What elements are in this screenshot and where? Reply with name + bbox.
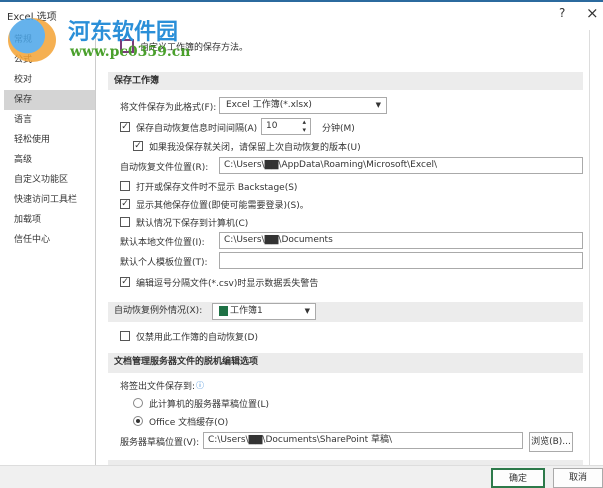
chevron-down-icon: ▼ <box>304 307 310 315</box>
server-drafts-radio[interactable] <box>133 398 143 408</box>
sidebar-item-formulas[interactable]: 公式 <box>4 50 95 70</box>
format-label: 将文件保存为此格式(F): <box>120 102 217 113</box>
save-local-checkbox[interactable] <box>120 217 130 227</box>
section-autorecover-exceptions: 自动恢复例外情况(X): <box>108 302 583 322</box>
sidebar-item-advanced[interactable]: 高级 <box>4 150 95 170</box>
autorecover-location-label: 自动恢复文件位置(R): <box>120 162 209 173</box>
default-local-input[interactable]: C:\Users\▇▇\Documents <box>219 232 583 249</box>
section-offline-editing: 文档管理服务器文件的脱机编辑选项 <box>108 353 583 373</box>
sidebar-item-quick-access[interactable]: 快速访问工具栏 <box>4 190 95 210</box>
show-other-label: 显示其他保存位置(即使可能需要登录)(S)。 <box>136 200 309 211</box>
close-button[interactable]: × <box>586 4 599 22</box>
workbook-value: 工作簿1 <box>230 306 263 316</box>
drafts-location-label: 服务器草稿位置(V): <box>120 437 200 448</box>
chevron-down-icon: ▼ <box>375 101 381 109</box>
interval-unit: 分钟(M) <box>322 123 355 134</box>
save-to-label: 将签出文件保存到: <box>120 381 196 392</box>
save-icon <box>120 39 134 53</box>
spinner-icon[interactable]: ▴ ▾ <box>302 119 306 134</box>
drafts-location-input[interactable]: C:\Users\▇▇\Documents\SharePoint 草稿\ <box>203 432 523 449</box>
title-bar: Excel 选项 ? × <box>0 0 603 26</box>
no-backstage-checkbox[interactable] <box>120 181 130 191</box>
disable-autorecover-label: 仅禁用此工作簿的自动恢复(D) <box>136 332 258 343</box>
keep-last-label: 如果我没保存就关闭，请保留上次自动恢复的版本(U) <box>149 142 361 153</box>
exceptions-label: 自动恢复例外情况(X): <box>114 306 203 316</box>
help-button[interactable]: ? <box>559 6 565 20</box>
scrollbar[interactable] <box>589 30 601 465</box>
sidebar-item-trust-center[interactable]: 信任中心 <box>4 230 95 250</box>
interval-value: 10 <box>266 121 278 131</box>
format-value: Excel 工作簿(*.xlsx) <box>226 100 312 110</box>
ok-button[interactable]: 确定 <box>491 468 545 488</box>
sidebar-item-accessibility[interactable]: 轻松使用 <box>4 130 95 150</box>
save-local-label: 默认情况下保存到计算机(C) <box>136 218 249 229</box>
interval-stepper[interactable]: 10 ▴ ▾ <box>261 118 311 135</box>
window-title: Excel 选项 <box>7 12 57 23</box>
template-label: 默认个人模板位置(T): <box>120 257 208 268</box>
sidebar-item-language[interactable]: 语言 <box>4 110 95 130</box>
dialog-footer: 确定 取消 <box>0 465 603 488</box>
browse-button[interactable]: 浏览(B)... <box>529 432 573 452</box>
office-cache-radio[interactable] <box>133 416 143 426</box>
csv-warning-label: 编辑逗号分隔文件(*.csv)时显示数据丢失警告 <box>136 278 319 289</box>
excel-icon <box>219 305 228 316</box>
csv-warning-checkbox[interactable]: ✓ <box>120 277 130 287</box>
no-backstage-label: 打开或保存文件时不显示 Backstage(S) <box>136 182 298 193</box>
cancel-button[interactable]: 取消 <box>553 468 603 488</box>
autorecover-label: 保存自动恢复信息时间间隔(A) <box>136 123 258 134</box>
workbook-dropdown[interactable]: 工作簿1 ▼ <box>212 303 316 320</box>
office-cache-label: Office 文档缓存(O) <box>149 417 229 428</box>
header-text: 自定义工作簿的保存方法。 <box>140 42 249 53</box>
sidebar: 常规 公式 校对 保存 语言 轻松使用 高级 自定义功能区 快速访问工具栏 加载… <box>4 30 96 465</box>
sidebar-item-save[interactable]: 保存 <box>4 90 95 110</box>
format-dropdown[interactable]: Excel 工作簿(*.xlsx) ▼ <box>219 97 387 114</box>
sidebar-item-addins[interactable]: 加载项 <box>4 210 95 230</box>
keep-last-checkbox[interactable]: ✓ <box>133 141 143 151</box>
default-local-label: 默认本地文件位置(I): <box>120 237 205 248</box>
sidebar-item-customize-ribbon[interactable]: 自定义功能区 <box>4 170 95 190</box>
section-save-workbook: 保存工作簿 <box>108 72 583 90</box>
info-icon: ⓘ <box>196 380 205 390</box>
disable-autorecover-checkbox[interactable] <box>120 331 130 341</box>
template-input[interactable] <box>219 252 583 269</box>
autorecover-checkbox[interactable]: ✓ <box>120 122 130 132</box>
options-content: 自定义工作簿的保存方法。 保存工作簿 将文件保存为此格式(F): Excel 工… <box>100 30 588 465</box>
show-other-checkbox[interactable]: ✓ <box>120 199 130 209</box>
autorecover-location-input[interactable]: C:\Users\▇▇\AppData\Roaming\Microsoft\Ex… <box>219 157 583 174</box>
server-drafts-label: 此计算机的服务器草稿位置(L) <box>149 399 270 410</box>
sidebar-item-general[interactable]: 常规 <box>4 30 95 50</box>
sidebar-item-proofing[interactable]: 校对 <box>4 70 95 90</box>
